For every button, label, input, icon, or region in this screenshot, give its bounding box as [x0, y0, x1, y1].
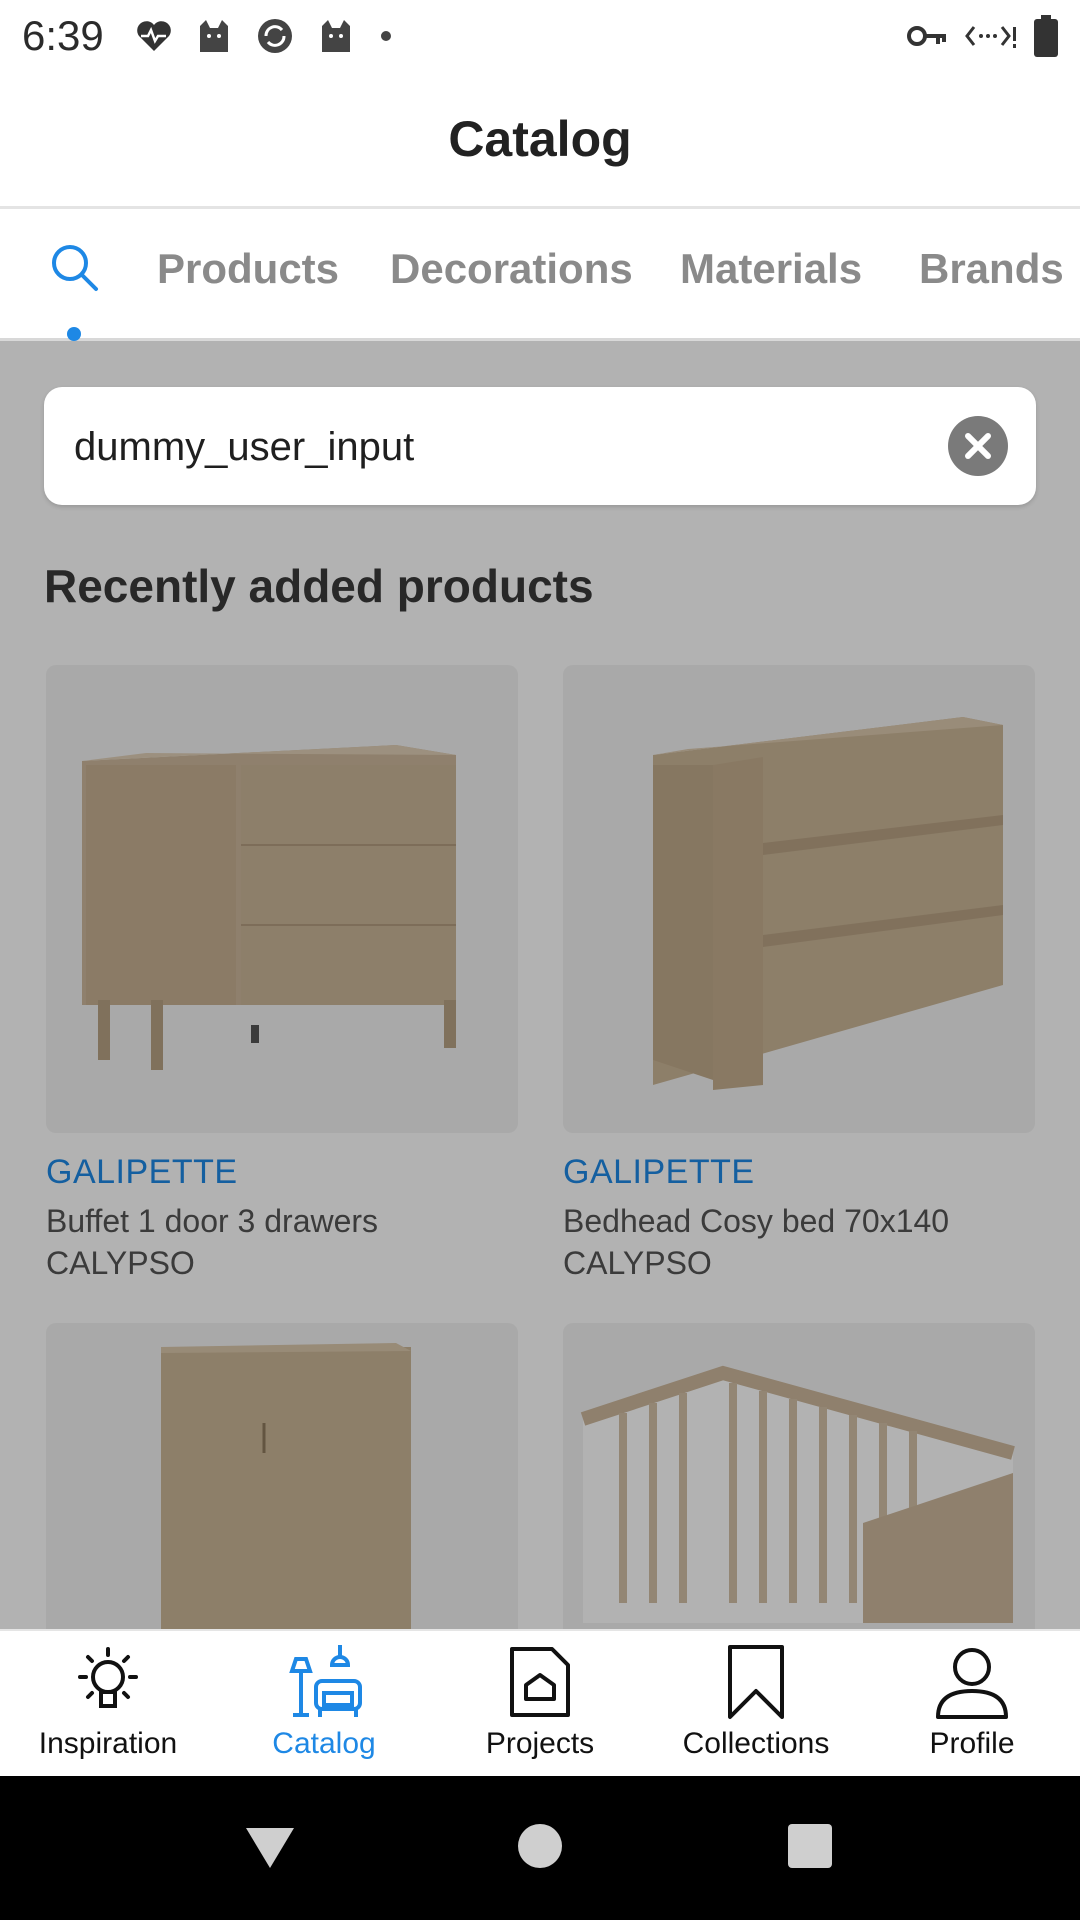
- catalog-tabs: Products Decorations Materials Brands: [0, 209, 1080, 341]
- status-bar: 6:39: [0, 0, 1080, 72]
- dot-icon: [381, 31, 391, 41]
- search-field[interactable]: dummy_user_input: [44, 387, 1036, 505]
- bottom-navigation: Inspiration Catalog Projects Collections…: [0, 1629, 1080, 1778]
- tab-decorations[interactable]: Decorations: [390, 245, 633, 293]
- search-input[interactable]: dummy_user_input: [74, 425, 414, 470]
- heart-pulse-icon: [137, 21, 171, 51]
- tab-products[interactable]: Products: [157, 245, 339, 293]
- document-house-icon: [510, 1647, 570, 1717]
- lamp-sofa-icon: [289, 1645, 362, 1717]
- status-time: 6:39: [22, 12, 104, 59]
- battery-icon: [1034, 15, 1058, 57]
- vpn-key-icon: [907, 26, 946, 46]
- nav-inspiration[interactable]: Inspiration: [0, 1641, 216, 1776]
- nav-label: Projects: [485, 1727, 595, 1760]
- tab-brands[interactable]: Brands: [919, 245, 1064, 293]
- nav-collections[interactable]: Collections: [648, 1641, 864, 1776]
- back-icon[interactable]: [240, 1816, 300, 1876]
- nav-label: Inspiration: [38, 1727, 178, 1760]
- system-navigation-bar: [0, 1776, 1080, 1920]
- active-tab-indicator: [67, 327, 81, 341]
- sync-badge-icon: [258, 19, 292, 53]
- close-icon: [965, 433, 991, 459]
- nav-projects[interactable]: Projects: [432, 1641, 648, 1776]
- cat-icon: [322, 20, 350, 52]
- nav-label: Collections: [682, 1727, 830, 1760]
- bookmark-icon: [728, 1645, 784, 1719]
- dim-overlay[interactable]: [0, 341, 1080, 1629]
- cat-icon: [200, 20, 228, 52]
- person-icon: [936, 1648, 1008, 1719]
- lightbulb-icon: [78, 1647, 138, 1708]
- recents-icon[interactable]: [780, 1816, 840, 1876]
- status-notification-icons: [134, 12, 396, 60]
- home-icon[interactable]: [510, 1816, 570, 1876]
- nav-catalog[interactable]: Catalog: [216, 1641, 432, 1776]
- tab-search[interactable]: [46, 239, 102, 341]
- nav-label: Profile: [929, 1727, 1015, 1760]
- data-transfer-icon: [965, 26, 1016, 48]
- clear-search-button[interactable]: [948, 416, 1008, 476]
- nav-label: Catalog: [272, 1727, 376, 1760]
- status-system-icons: [906, 12, 1060, 60]
- app-bar: Catalog: [0, 72, 1080, 209]
- search-icon: [52, 245, 98, 291]
- nav-profile[interactable]: Profile: [864, 1641, 1080, 1776]
- page-title: Catalog: [448, 111, 632, 167]
- tab-materials[interactable]: Materials: [680, 245, 862, 293]
